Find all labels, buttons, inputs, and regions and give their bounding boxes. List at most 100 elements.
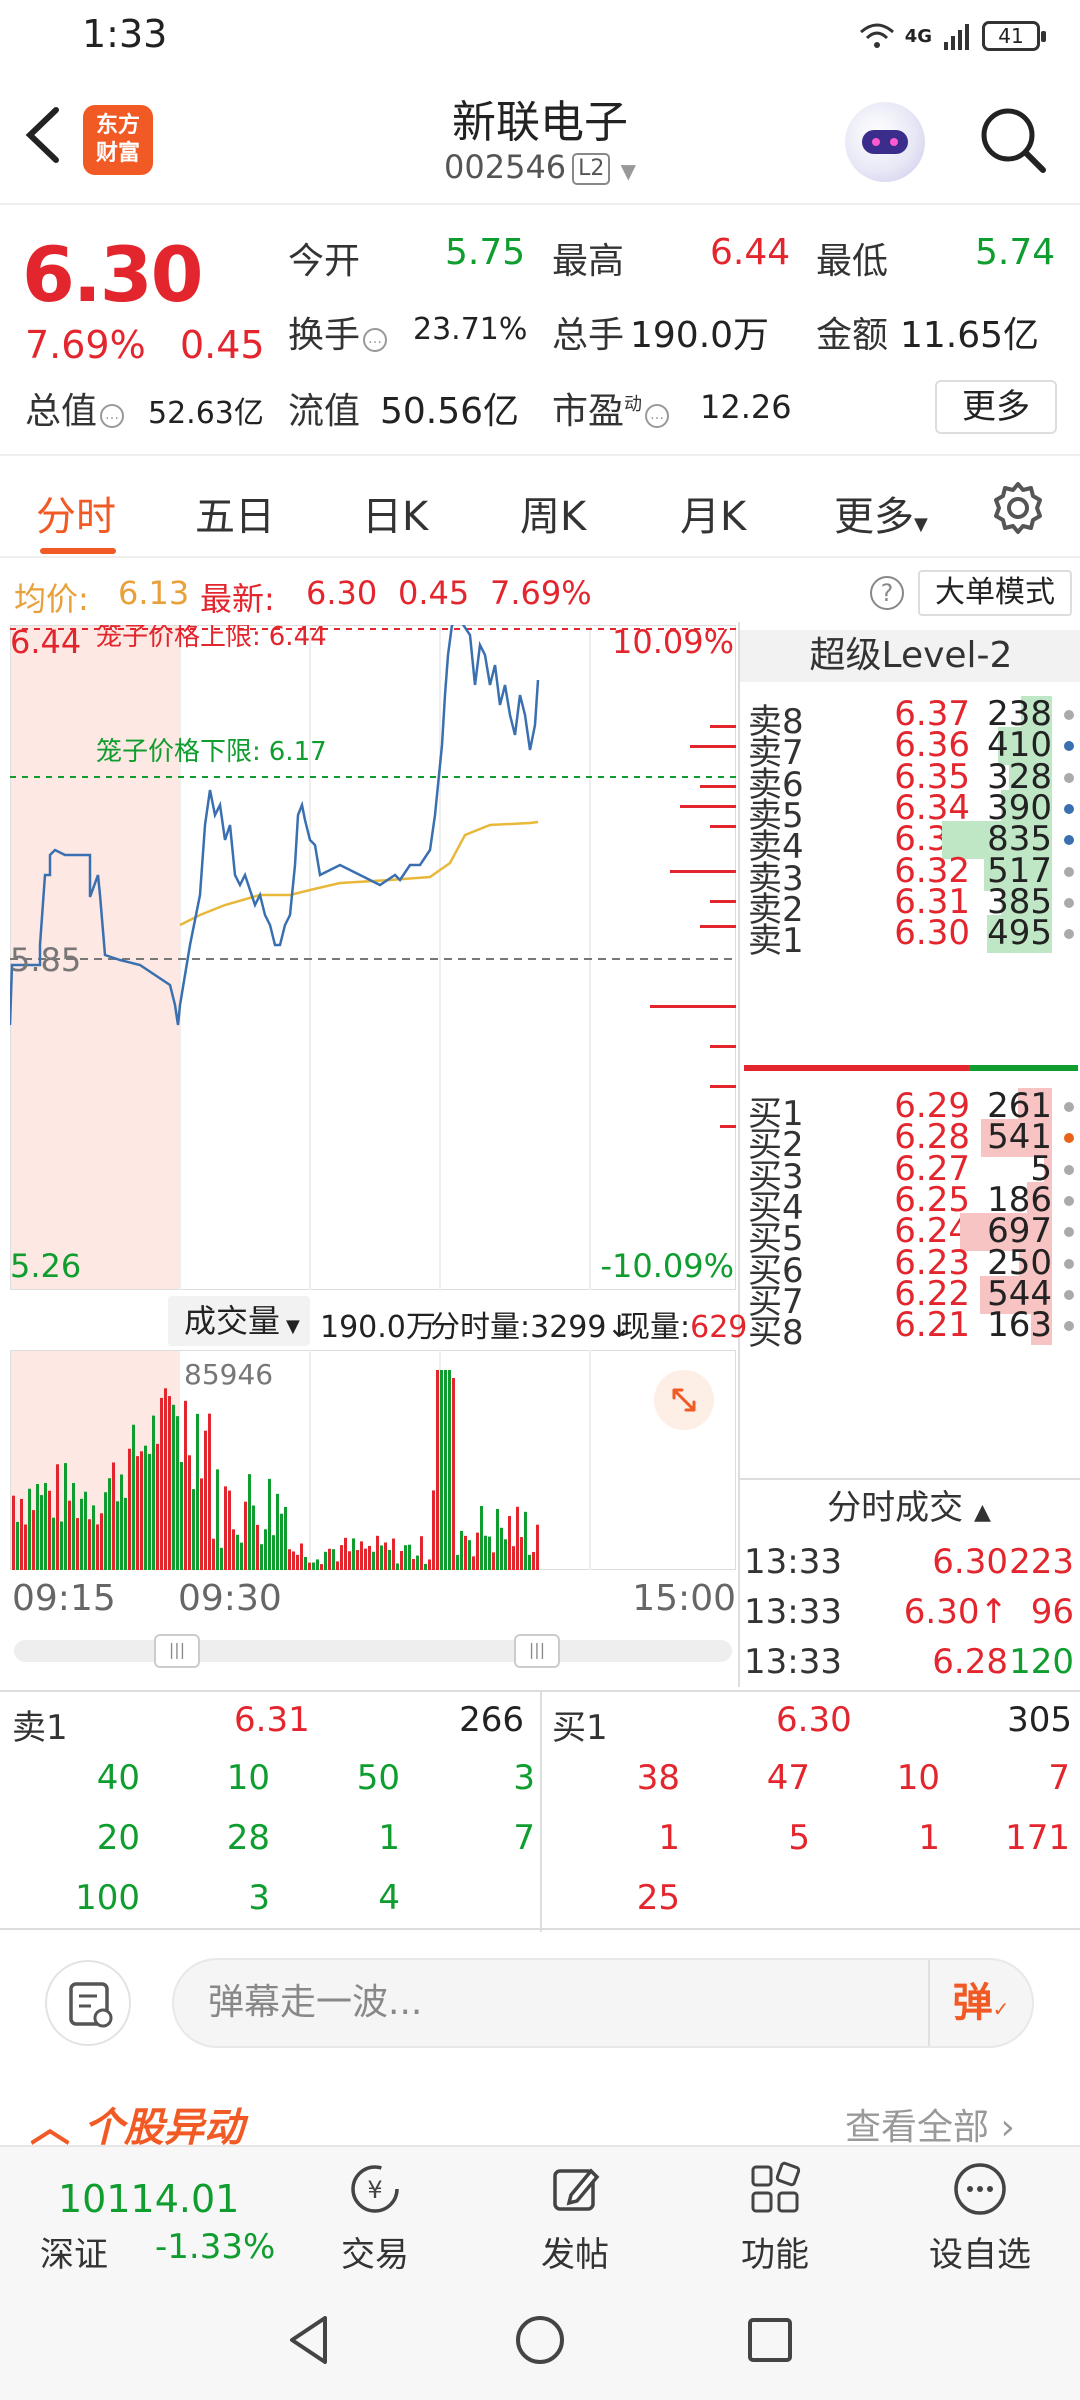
volume-bar [428,1559,431,1570]
nav-back-icon[interactable] [280,2310,340,2370]
volume-bar [36,1483,39,1570]
status-dot [1064,1195,1074,1206]
danmu-button[interactable]: 弹✓ [928,1960,1032,2046]
trade-time: 13:33 [744,1642,842,1682]
queue-buy-order: 7 [1048,1758,1070,1798]
dropdown-icon: ▼ [286,1316,300,1337]
status-dot [1064,929,1074,940]
current-volume: 现量:629 [620,1310,748,1345]
time-range-scrollbar[interactable]: ||| ||| [14,1634,732,1668]
depth-bars [650,725,736,1128]
volume-bar [312,1562,315,1570]
trade-volume: 120 [1009,1642,1074,1682]
trades-title[interactable]: 分时成交 ▲ [738,1478,1080,1534]
volume-bar [344,1537,347,1570]
volume-bar [420,1536,423,1570]
volume-bar [468,1540,471,1570]
bid-row[interactable]: 买8 6.21 163 [740,1301,1080,1353]
volume-bar [96,1524,99,1570]
queue-sell-order: 50 [356,1758,400,1798]
volume-value: 190.0万 [630,315,770,356]
chart-tabs: 分时 五日 日K 周K 月K 更多▼ [0,458,1080,558]
volume-bar [184,1400,187,1570]
level2-title[interactable]: 超级Level-2 [740,630,1080,682]
volume-max: 85946 [184,1358,273,1391]
grid-icon [751,2161,801,2213]
volume-bar [268,1478,271,1570]
volume-bar [248,1474,251,1570]
help-icon[interactable]: ? [870,576,904,610]
volume-bar [168,1396,171,1570]
minute-volume: 分时量:3299↓ [430,1310,632,1345]
volume-bar [244,1501,247,1570]
queue-buy-order: 47 [766,1758,810,1798]
index-change[interactable]: -1.33% [155,2227,275,2267]
trade-button[interactable]: ¥ 交易 [295,2147,455,2282]
open-value: 5.75 [445,232,526,273]
volume-bar [48,1490,51,1570]
volume-bar [128,1448,131,1570]
nav-recents-icon[interactable] [740,2310,800,2370]
change-percent: 7.69% [25,323,146,367]
range-handle-left[interactable]: ||| [154,1634,200,1668]
tab-more[interactable]: 更多▼ [834,484,928,542]
intraday-chart[interactable]: 6.44 笼子价格上限: 6.44 笼子价格下限: 6.17 5.85 5.26 1… [10,625,736,1290]
intraday-chart-svg: 6.44 笼子价格上限: 6.44 笼子价格下限: 6.17 5.85 5.26 1… [10,625,736,1290]
mktcap-value: 52.63亿 [148,396,264,431]
queue-sell-order: 10 [226,1758,270,1798]
caret-up-icon: ▲ [973,1500,991,1525]
tab-daily-k[interactable]: 日K [362,484,428,542]
volume-bar [336,1561,339,1570]
volume-bar [524,1511,527,1570]
comment-list-icon[interactable] [45,1960,131,2046]
volume-bar [116,1501,119,1570]
volume-bar [164,1388,167,1570]
settings-gear-icon[interactable] [990,480,1046,536]
volume-bar [12,1495,15,1570]
queue-buy-order: 10 [896,1758,940,1798]
avg-label: 均价: [14,580,89,618]
volume-bar [532,1551,535,1570]
high-label: 最高 [552,241,625,282]
volume-bar [132,1424,135,1570]
volume-bar [284,1506,287,1570]
volume-bar [480,1505,483,1570]
volume-bar [488,1536,491,1570]
volume-bar [400,1550,403,1570]
add-watchlist-button[interactable]: 设自选 [900,2147,1060,2282]
y-bottom-pct: -10.09% [600,1247,734,1285]
info-icon: … [363,328,388,352]
volume-bar [464,1535,467,1570]
index-value[interactable]: 10114.01 [58,2177,239,2221]
volume-chart[interactable]: 85946 [9,1349,737,1571]
search-icon[interactable] [975,102,1050,177]
range-handle-right[interactable]: ||| [514,1634,560,1668]
last-label: 最新: [200,580,275,618]
volume-bar [448,1370,451,1570]
queue-sell-order: 20 [96,1818,140,1858]
features-button[interactable]: 功能 [695,2147,855,2282]
time-open: 09:30 [178,1578,282,1619]
nav-home-icon[interactable] [510,2310,570,2370]
more-button[interactable]: 更多 [935,380,1057,434]
tab-monthly-k[interactable]: 月K [680,484,746,542]
volume-bar [16,1521,19,1570]
volume-bar [408,1544,411,1570]
tab-intraday[interactable]: 分时 [36,484,116,542]
volume-indicator-select[interactable]: 成交量 ▼ [168,1296,310,1346]
volume-bar [148,1453,151,1570]
view-all-link[interactable]: 查看全部 › [845,2098,1015,2150]
post-button[interactable]: 发帖 [495,2147,655,2282]
volume-bar [64,1463,67,1570]
tab-weekly-k[interactable]: 周K [520,484,586,542]
index-name[interactable]: 深证 [40,2227,108,2276]
volume-bar [340,1545,343,1570]
expand-chart-icon[interactable] [654,1370,714,1430]
ask-row[interactable]: 卖1 6.30 495 [740,909,1080,961]
robot-avatar-icon[interactable] [845,102,925,182]
danmu-input[interactable]: 弹幕走一波... [172,1958,1034,2048]
volume-bar [332,1549,335,1570]
tab-five-day[interactable]: 五日 [195,484,275,542]
time-axis: 09:15 09:30 15:00 [10,1570,736,1620]
big-order-mode-button[interactable]: 大单模式 [918,570,1072,616]
